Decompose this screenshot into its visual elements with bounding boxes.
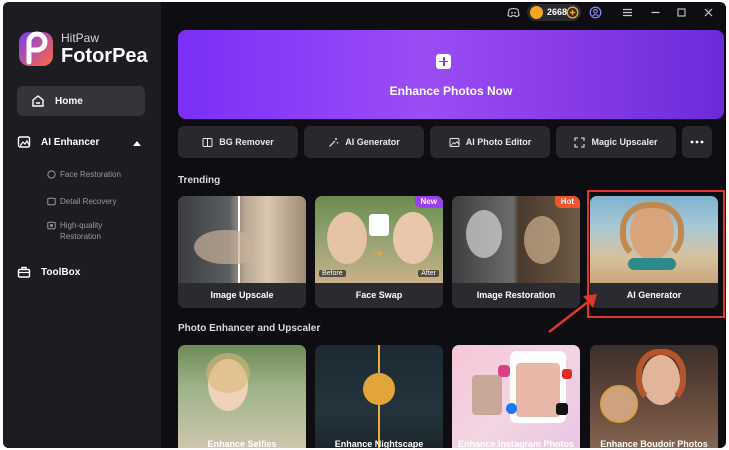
photo-edit-icon	[449, 137, 460, 147]
boudoir-thumbnail	[590, 345, 718, 448]
tool-label: AI Photo Editor	[465, 137, 532, 147]
sidebar-subitem-label: Restoration	[60, 232, 101, 241]
enhance-photos-banner[interactable]: Enhance Photos Now	[178, 30, 724, 119]
sidebar-subitem-label: Detail Recovery	[60, 197, 117, 206]
card-label: Image Upscale	[178, 283, 306, 308]
selfie-thumbnail	[178, 345, 306, 448]
card-enhance-nightscape[interactable]: Enhance Nightscape	[315, 345, 443, 448]
card-label: Enhance Selfies	[207, 439, 277, 448]
tool-label: BG Remover	[219, 137, 274, 147]
sidebar-item-label: ToolBox	[41, 266, 81, 278]
nightscape-thumbnail	[315, 345, 443, 448]
fotorpea-logo-icon	[17, 28, 55, 70]
title-bar: 2668	[161, 2, 726, 24]
discord-icon[interactable]	[507, 6, 520, 19]
sidebar-subitem-high-quality-restoration[interactable]: High-quality Restoration	[47, 220, 102, 242]
after-label: After	[418, 270, 439, 277]
add-coins-icon[interactable]	[566, 6, 579, 19]
sidebar-subitem-detail-recovery[interactable]: Detail Recovery	[47, 196, 116, 207]
magic-upscaler-button[interactable]: Magic Upscaler	[556, 126, 676, 158]
card-label: Face Swap	[315, 283, 443, 308]
bg-remover-button[interactable]: BG Remover	[178, 126, 298, 158]
sidebar-item-label: AI Enhancer	[41, 136, 100, 148]
maximize-icon[interactable]	[675, 6, 688, 19]
chevron-up-icon[interactable]	[133, 141, 141, 146]
card-label: Enhance Instagram Photos	[457, 439, 575, 448]
card-enhance-instagram-photos[interactable]: Enhance Instagram Photos	[452, 345, 580, 448]
card-label: Enhance Nightscape	[334, 439, 424, 448]
sidebar-subitem-label: High-quality	[60, 221, 103, 230]
sidebar-item-home[interactable]: Home	[17, 86, 145, 116]
face-icon	[47, 170, 56, 179]
sidebar-subitem-label: Face Restoration	[60, 170, 121, 179]
tool-label: AI Generator	[345, 137, 400, 147]
close-icon[interactable]	[702, 6, 715, 19]
coin-count: 2668	[547, 7, 568, 17]
magic-wand-icon	[329, 137, 339, 147]
enhancer-section-title: Photo Enhancer and Upscaler	[178, 323, 321, 334]
app-logo: HitPaw FotorPea	[17, 28, 148, 70]
more-icon	[690, 140, 704, 144]
image-enhance-icon	[17, 136, 31, 148]
sidebar-item-toolbox[interactable]: ToolBox	[17, 265, 80, 279]
new-badge: New	[414, 196, 443, 208]
pointer-arrow-icon	[548, 294, 597, 333]
brand-name: FotorPea	[61, 45, 148, 67]
toolbox-icon	[17, 266, 31, 278]
instagram-thumbnail	[452, 345, 580, 448]
card-enhance-selfies[interactable]: Enhance Selfies	[178, 345, 306, 448]
face-swap-thumbnail: ➜ Before After	[315, 196, 443, 283]
ai-generator-button[interactable]: AI Generator	[304, 126, 424, 158]
home-icon	[32, 95, 44, 107]
plus-icon	[436, 54, 451, 69]
menu-icon[interactable]	[621, 6, 634, 19]
card-label: Enhance Boudoir Photos	[600, 439, 708, 448]
sidebar: HitPaw FotorPea Home AI Enhancer Face Re…	[3, 2, 161, 448]
tool-label: Magic Upscaler	[591, 137, 658, 147]
image-restoration-thumbnail	[452, 196, 580, 283]
upscale-icon	[574, 136, 586, 148]
more-tools-button[interactable]	[682, 126, 712, 158]
sidebar-item-ai-enhancer[interactable]: AI Enhancer	[17, 135, 145, 149]
before-label: Before	[319, 270, 346, 277]
bg-remover-icon	[202, 137, 213, 147]
minimize-icon[interactable]	[649, 6, 662, 19]
trending-title: Trending	[178, 175, 221, 186]
sidebar-subitem-face-restoration[interactable]: Face Restoration	[47, 169, 121, 180]
card-face-swap[interactable]: ➜ Before After New Face Swap	[315, 196, 443, 308]
highlight-box	[587, 190, 725, 318]
card-image-upscale[interactable]: Image Upscale	[178, 196, 306, 308]
image-upscale-thumbnail	[178, 196, 306, 283]
card-enhance-boudoir-photos[interactable]: Enhance Boudoir Photos	[590, 345, 718, 448]
coin-icon	[530, 6, 543, 19]
hot-badge: Hot	[554, 196, 580, 208]
hq-icon	[47, 221, 56, 230]
app-window: HitPaw FotorPea Home AI Enhancer Face Re…	[3, 2, 726, 448]
ai-photo-editor-button[interactable]: AI Photo Editor	[430, 126, 550, 158]
account-icon[interactable]	[589, 6, 602, 19]
image-icon	[47, 197, 56, 206]
banner-label: Enhance Photos Now	[389, 84, 513, 98]
sidebar-item-label: Home	[55, 95, 83, 107]
brand-small: HitPaw	[61, 31, 100, 45]
